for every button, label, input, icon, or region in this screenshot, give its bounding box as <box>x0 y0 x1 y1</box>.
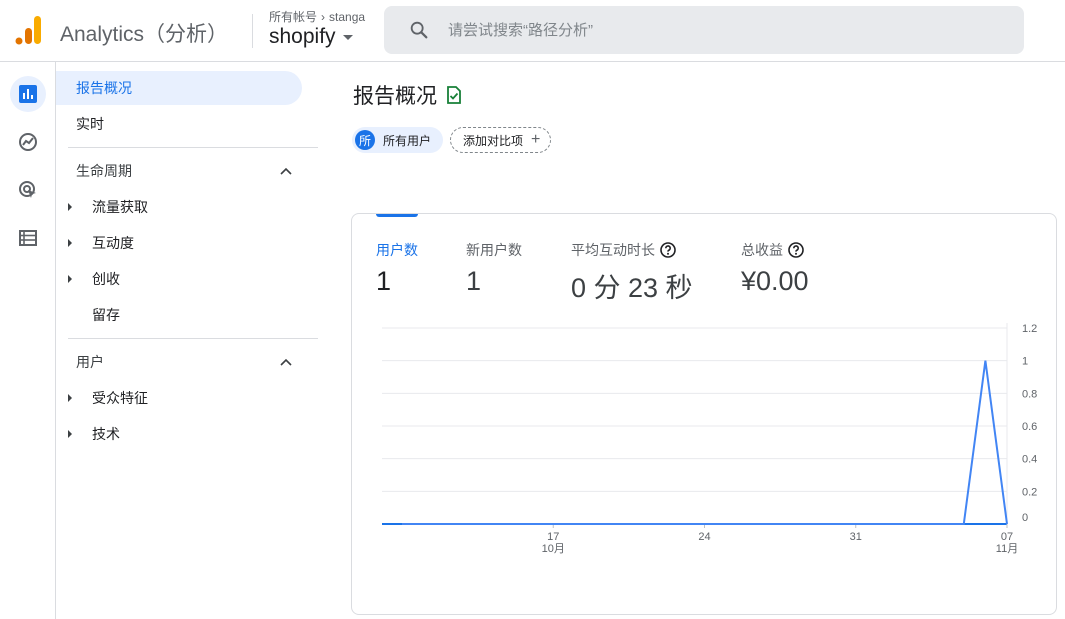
nav-item-label: 流量获取 <box>92 199 148 215</box>
rail-explore-button[interactable] <box>10 124 46 160</box>
expand-triangle-icon <box>68 394 72 402</box>
nav-item-monetization[interactable]: 创收 <box>68 262 120 296</box>
breadcrumb-account: stanga <box>329 10 366 24</box>
nav-section-user[interactable]: 用户 <box>76 347 292 377</box>
property-picker[interactable]: shopify <box>269 25 353 49</box>
y-tick-label: 0.8 <box>1022 388 1037 400</box>
y-tick-label: 1.2 <box>1022 323 1037 335</box>
expand-triangle-icon <box>68 239 72 247</box>
chip-label: 添加对比项 <box>463 133 524 148</box>
nav-section-title: 用户 <box>76 354 104 370</box>
nav-item-realtime[interactable]: 实时 <box>56 107 302 141</box>
x-tick-label: 17 <box>547 531 559 543</box>
overview-card: 用户数 1 新用户数 1 平均互动时长 0 分 23 秒 总收益 ¥0.00 1… <box>351 213 1057 615</box>
nav-item-tech[interactable]: 技术 <box>68 417 120 451</box>
app-title: Analytics（分析） <box>60 23 229 46</box>
rail-reports-button[interactable] <box>10 76 46 112</box>
nav-item-label: 受众特征 <box>92 390 148 406</box>
nav-item-acquisition[interactable]: 流量获取 <box>68 190 148 224</box>
nav-item-demographics[interactable]: 受众特征 <box>68 381 148 415</box>
expand-triangle-icon <box>68 275 72 283</box>
property-name: shopify <box>269 25 336 48</box>
analytics-logo-icon[interactable] <box>15 15 43 45</box>
x-tick-label: 07 <box>1001 531 1013 543</box>
add-comparison-button[interactable]: 添加对比项 + <box>450 127 552 153</box>
chevron-up-icon <box>280 358 292 366</box>
caret-down-icon <box>342 34 353 40</box>
y-tick-label: 0.2 <box>1022 486 1037 498</box>
plus-icon: + <box>531 131 541 148</box>
divider <box>252 14 253 48</box>
nav-section-lifecycle[interactable]: 生命周期 <box>76 156 292 186</box>
y-tick-label: 0.4 <box>1022 454 1037 466</box>
advertising-icon <box>19 181 36 198</box>
divider <box>68 147 318 148</box>
expand-triangle-icon <box>68 430 72 438</box>
report-nav: 报告概况 实时 生命周期 流量获取 互动度 创收 留存 用户 受众特征 技术 <box>56 62 318 619</box>
divider <box>68 338 318 339</box>
search-box[interactable] <box>384 6 1024 54</box>
x-tick-label: 24 <box>698 531 710 543</box>
x-tick-label: 31 <box>850 531 862 543</box>
nav-item-engagement[interactable]: 互动度 <box>68 226 134 260</box>
y-tick-label: 0 <box>1022 512 1028 524</box>
nav-item-label: 技术 <box>92 426 120 442</box>
configure-icon <box>19 230 37 246</box>
x-tick-sublabel: 10月 <box>542 543 565 555</box>
nav-item-label: 报告概况 <box>76 80 132 96</box>
nav-item-reports-snapshot[interactable]: 报告概况 <box>56 71 302 105</box>
y-tick-label: 1 <box>1022 356 1028 368</box>
users-line-chart[interactable]: 1.2 1 0.8 0.6 0.4 0.2 0 1710月 24 31 0711月 <box>352 214 1056 614</box>
nav-item-label: 互动度 <box>92 235 134 251</box>
page-title-text: 报告概况 <box>353 85 437 108</box>
series-line <box>402 360 1008 525</box>
nav-item-label: 留存 <box>92 307 120 323</box>
y-tick-label: 0.6 <box>1022 421 1037 433</box>
nav-item-label: 创收 <box>92 271 120 287</box>
nav-item-label: 实时 <box>76 116 104 132</box>
search-input[interactable] <box>448 21 1008 39</box>
rail-configure-button[interactable] <box>10 220 46 256</box>
chevron-up-icon <box>280 167 292 175</box>
breadcrumb-root: 所有帐号 <box>269 10 318 24</box>
explore-icon <box>19 133 37 151</box>
x-tick-sublabel: 11月 <box>996 543 1018 555</box>
comparison-chip-all-users[interactable]: 所 所有用户 <box>352 127 444 153</box>
account-breadcrumb[interactable]: 所有帐号 › stanga <box>269 8 365 25</box>
search-icon <box>410 21 428 39</box>
rail-advertising-button[interactable] <box>10 172 46 208</box>
nav-section-title: 生命周期 <box>76 163 132 179</box>
chevron-right-icon: › <box>321 10 326 24</box>
reports-icon <box>19 85 37 103</box>
avatar: 所 <box>355 130 375 150</box>
nav-item-retention[interactable]: 留存 <box>68 298 120 332</box>
left-rail <box>0 62 56 619</box>
report-verified-icon[interactable] <box>445 86 463 104</box>
top-bar: Analytics（分析） 所有帐号 › stanga shopify <box>0 0 1065 62</box>
page-title: 报告概况 <box>353 80 463 110</box>
chip-label: 所有用户 <box>383 133 432 148</box>
expand-triangle-icon <box>68 203 72 211</box>
